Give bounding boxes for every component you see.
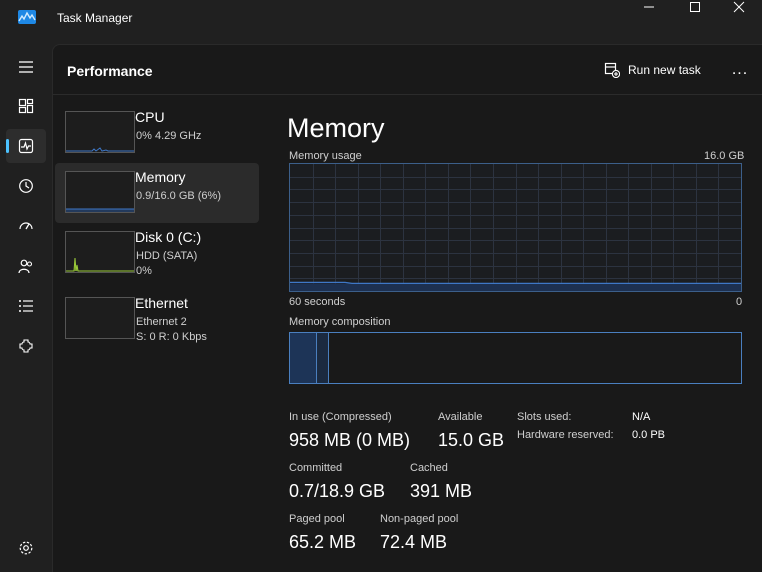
main-panel: Performance Run new task ... CPU 0% 4.29… <box>52 44 762 572</box>
page-title: Performance <box>67 63 153 79</box>
memory-composition-label: Memory composition <box>289 316 391 328</box>
resource-name: CPU <box>135 109 165 125</box>
slots-used-label: Slots used: <box>517 411 572 423</box>
header-divider <box>53 94 762 95</box>
hardware-reserved-value: 0.0 PB <box>632 429 666 441</box>
non-paged-pool-label: Non-paged pool <box>380 513 459 525</box>
slots-used-value: N/A <box>632 411 651 423</box>
services-icon <box>19 339 33 353</box>
cached-value: 391 MB <box>410 481 473 501</box>
processes-icon <box>18 98 34 114</box>
run-new-task-icon <box>604 62 620 78</box>
resource-detail: S: 0 R: 0 Kbps <box>136 331 207 343</box>
title-bar: Task Manager <box>0 0 762 44</box>
non-paged-pool-value: 72.4 MB <box>380 532 448 552</box>
task-manager-logo-icon <box>18 10 36 24</box>
resource-detail: 0% 4.29 GHz <box>136 130 202 142</box>
cpu-thumbnail-graph <box>65 111 135 153</box>
resource-detail: Ethernet 2 <box>136 316 187 328</box>
memory-usage-max: 16.0 GB <box>704 150 745 162</box>
composition-standby <box>317 333 329 383</box>
memory-composition-bar <box>289 332 742 384</box>
left-navigation <box>0 44 52 571</box>
memory-usage-label: Memory usage <box>289 150 362 162</box>
nav-performance[interactable] <box>6 129 46 163</box>
run-new-task-button[interactable]: Run new task <box>604 59 701 81</box>
memory-usage-graph <box>289 163 742 292</box>
nav-details[interactable] <box>6 289 46 323</box>
details-icon <box>19 300 33 312</box>
graph-time-left: 60 seconds <box>289 296 346 308</box>
committed-label: Committed <box>289 462 343 474</box>
in-use-label: In use (Compressed) <box>289 411 392 423</box>
nav-settings[interactable] <box>6 531 46 565</box>
memory-thumbnail-graph <box>65 171 135 213</box>
available-value: 15.0 GB <box>438 430 505 450</box>
resource-name: Ethernet <box>135 295 188 311</box>
disk-thumbnail-graph <box>65 231 135 273</box>
nav-services[interactable] <box>6 329 46 363</box>
more-options-icon: ... <box>731 61 749 78</box>
available-label: Available <box>438 411 483 423</box>
resource-item-disk[interactable]: Disk 0 (C:) HDD (SATA) 0% <box>55 223 259 283</box>
ethernet-thumbnail-graph <box>65 297 135 339</box>
paged-pool-label: Paged pool <box>289 513 345 525</box>
hamburger-menu-icon <box>19 61 33 73</box>
graph-time-right: 0 <box>736 296 743 308</box>
settings-icon <box>19 541 33 555</box>
resource-item-memory[interactable]: Memory 0.9/16.0 GB (6%) <box>55 163 259 223</box>
resource-name: Memory <box>135 169 186 185</box>
more-options-button[interactable]: ... <box>729 59 751 81</box>
nav-menu-button[interactable] <box>6 50 46 84</box>
nav-app-history[interactable] <box>6 169 46 203</box>
maximize-button[interactable] <box>672 0 718 14</box>
nav-startup-apps[interactable] <box>6 209 46 243</box>
resource-detail: 0% <box>136 265 152 277</box>
usage-fill <box>290 283 741 291</box>
startup-apps-icon <box>19 222 33 230</box>
maximize-icon <box>690 2 700 12</box>
users-icon <box>18 259 33 274</box>
resource-detail: HDD (SATA) <box>136 250 198 262</box>
run-new-task-label: Run new task <box>628 63 701 77</box>
resource-item-ethernet[interactable]: Ethernet Ethernet 2 S: 0 R: 0 Kbps <box>55 289 259 349</box>
resource-item-cpu[interactable]: CPU 0% 4.29 GHz <box>55 103 259 163</box>
detail-title: Memory <box>287 113 385 143</box>
in-use-value: 958 MB (0 MB) <box>289 430 411 450</box>
hardware-reserved-label: Hardware reserved: <box>517 429 614 441</box>
window-title: Task Manager <box>57 11 133 25</box>
nav-processes[interactable] <box>6 89 46 123</box>
paged-pool-value: 65.2 MB <box>289 532 357 552</box>
close-icon <box>733 1 745 13</box>
cached-label: Cached <box>410 462 448 474</box>
minimize-icon <box>644 6 654 8</box>
minimize-button[interactable] <box>626 0 672 14</box>
app-history-icon <box>19 179 33 193</box>
nav-users[interactable] <box>6 249 46 283</box>
composition-in-use <box>290 333 317 383</box>
performance-icon <box>18 138 34 154</box>
close-button[interactable] <box>716 0 762 14</box>
resource-detail: 0.9/16.0 GB (6%) <box>136 190 221 202</box>
resource-name: Disk 0 (C:) <box>135 229 202 245</box>
committed-value: 0.7/18.9 GB <box>289 481 386 501</box>
